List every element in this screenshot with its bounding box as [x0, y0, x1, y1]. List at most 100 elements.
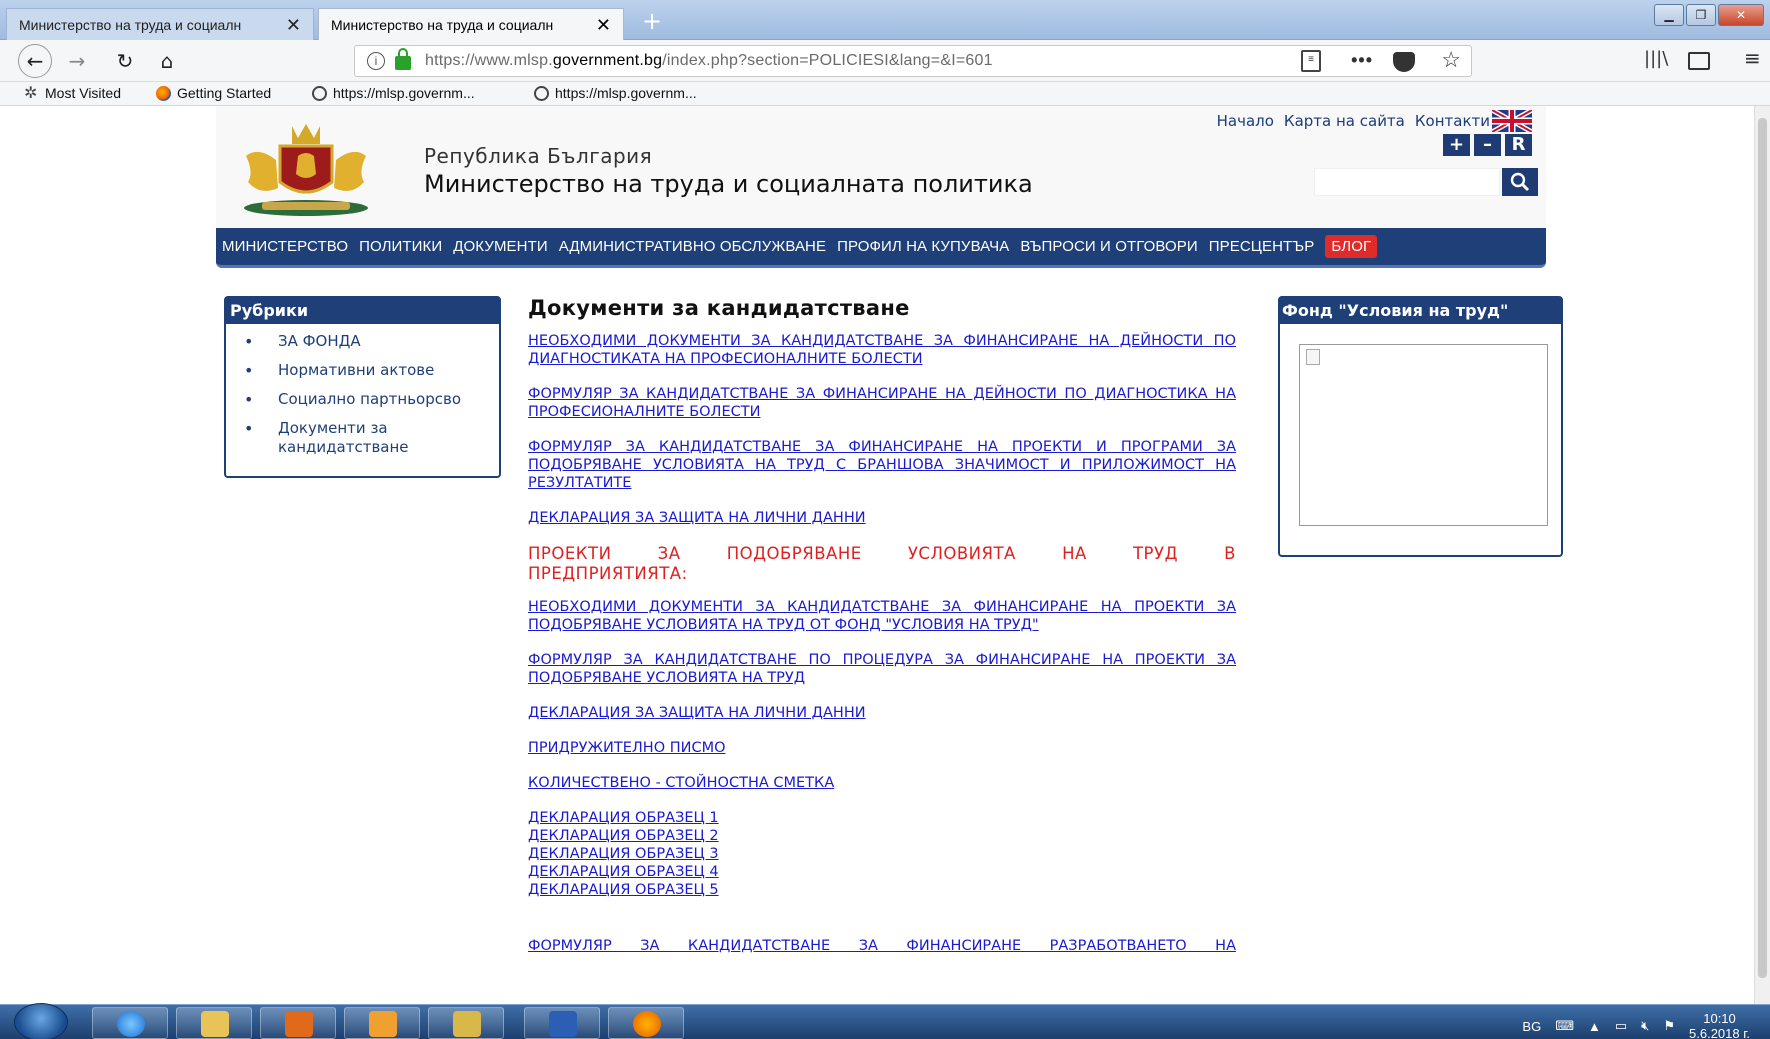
declaration-link[interactable]: ДЕКЛАРАЦИЯ ОБРАЗЕЦ 5 [528, 881, 1236, 899]
bookmark-mlsp-2[interactable]: https://mlsp.governm... [534, 85, 697, 101]
rubric-item[interactable]: Социално партньорсво [244, 390, 499, 409]
coat-of-arms-logo[interactable] [236, 116, 376, 220]
firefox-icon [156, 85, 171, 101]
reset-font-button[interactable]: R [1505, 134, 1532, 156]
link-sitemap[interactable]: Карта на сайта [1284, 112, 1405, 130]
fund-image[interactable] [1299, 344, 1548, 526]
bookmark-most-visited[interactable]: ✲ Most Visited [24, 85, 121, 101]
home-icon[interactable]: ⌂ [152, 46, 182, 76]
document-link[interactable]: ФОРМУЛЯР ЗА КАНДИДАТСТВАНЕ ЗА ФИНАНСИРАН… [528, 937, 1236, 955]
folder-icon [201, 1011, 229, 1037]
browser-tab-active[interactable]: Министерство на труда и социалн ✕ [318, 8, 624, 40]
rubric-item[interactable]: ЗА ФОНДА [244, 332, 499, 351]
language-indicator[interactable]: BG [1522, 1019, 1541, 1034]
bookmark-mlsp-1[interactable]: https://mlsp.governm... [312, 85, 475, 101]
close-tab-icon[interactable]: ✕ [286, 16, 301, 34]
link-home[interactable]: Начало [1217, 112, 1274, 130]
page-actions-icon[interactable]: ••• [1351, 50, 1373, 71]
taskbar-firefox[interactable] [608, 1007, 684, 1039]
gear-icon: ✲ [24, 84, 38, 102]
back-arrow-icon[interactable]: ← [18, 44, 52, 78]
rubrics-panel: Рубрики ЗА ФОНДА Нормативни актове Социа… [224, 296, 501, 478]
document-link[interactable]: ДЕКЛАРАЦИЯ ЗА ЗАЩИТА НА ЛИЧНИ ДАННИ [528, 704, 1236, 722]
info-icon[interactable]: i [367, 52, 385, 70]
volume-muted-icon[interactable]: 🔇︎ [1641, 1018, 1649, 1034]
rubrics-list: ЗА ФОНДА Нормативни актове Социално парт… [226, 324, 499, 457]
taskbar-word[interactable] [524, 1007, 600, 1039]
bookmark-label: https://mlsp.governm... [333, 85, 475, 101]
decrease-font-button[interactable]: – [1474, 134, 1501, 156]
taskbar-outlook[interactable] [344, 1007, 420, 1039]
nav-policies[interactable]: ПОЛИТИКИ [359, 238, 442, 255]
rubric-item[interactable]: Документи за кандидатстване [244, 419, 499, 457]
scrollbar-thumb[interactable] [1758, 118, 1767, 978]
close-window-icon[interactable]: ✕ [1718, 4, 1764, 26]
browser-tab[interactable]: Министерство на труда и социалн ✕ [6, 8, 314, 40]
increase-font-button[interactable]: + [1443, 134, 1470, 156]
keyboard-icon[interactable]: ⌨ [1555, 1018, 1574, 1034]
document-link[interactable]: КОЛИЧЕСТВЕНО - СТОЙНОСТНА СМЕТКА [528, 774, 1236, 792]
minimize-icon[interactable]: ▁ [1654, 4, 1684, 26]
close-tab-icon[interactable]: ✕ [596, 16, 611, 34]
vertical-scrollbar[interactable] [1754, 106, 1770, 1004]
bookmark-getting-started[interactable]: Getting Started [156, 85, 271, 101]
network-icon[interactable]: ▭ [1615, 1018, 1627, 1034]
nav-press-center[interactable]: ПРЕСЦЕНТЪР [1209, 238, 1315, 255]
sidebar-icon[interactable] [1688, 52, 1710, 70]
document-link[interactable]: НЕОБХОДИМИ ДОКУМЕНТИ ЗА КАНДИДАТСТВАНЕ З… [528, 332, 1236, 368]
new-tab-button[interactable]: + [638, 8, 666, 36]
clock[interactable]: 10:10 5.6.2018 г. [1689, 1011, 1750, 1039]
document-link[interactable]: ФОРМУЛЯР ЗА КАНДИДАТСТВАНЕ ПО ПРОЦЕДУРА … [528, 651, 1236, 687]
declaration-link[interactable]: ДЕКЛАРАЦИЯ ОБРАЗЕЦ 1 [528, 809, 1236, 827]
search-input[interactable] [1314, 168, 1500, 196]
search-button[interactable] [1502, 168, 1538, 196]
internet-explorer-icon [117, 1011, 145, 1037]
bookmark-star-icon[interactable]: ☆ [1441, 47, 1461, 73]
document-link[interactable]: ДЕКЛАРАЦИЯ ЗА ЗАЩИТА НА ЛИЧНИ ДАННИ [528, 509, 1236, 527]
link-contacts[interactable]: Контакти [1415, 112, 1490, 130]
declaration-link[interactable]: ДЕКЛАРАЦИЯ ОБРАЗЕЦ 4 [528, 863, 1236, 881]
globe-icon [534, 85, 549, 101]
firefox-icon [633, 1011, 661, 1037]
header-title[interactable]: Министерство на труда и социалната полит… [424, 170, 1033, 198]
nav-blog[interactable]: БЛОГ [1325, 235, 1378, 258]
nav-faq[interactable]: ВЪПРОСИ И ОТГОВОРИ [1020, 238, 1197, 255]
forward-arrow-icon[interactable]: → [62, 46, 92, 76]
restore-icon[interactable]: ❐ [1686, 4, 1716, 26]
nav-buyer-profile[interactable]: ПРОФИЛ НА КУПУВАЧА [837, 238, 1009, 255]
document-link[interactable]: ПРИДРУЖИТЕЛНО ПИСМО [528, 739, 1236, 757]
nav-documents[interactable]: ДОКУМЕНТИ [453, 238, 547, 255]
system-tray: BG ⌨ ▲ ▭ 🔇︎ ⚑ 10:10 5.6.2018 г. [1522, 1011, 1750, 1039]
nav-admin-services[interactable]: АДМИНИСТРАТИВНО ОБСЛУЖВАНЕ [559, 238, 826, 255]
rubric-item[interactable]: Нормативни актове [244, 361, 499, 380]
declaration-link[interactable]: ДЕКЛАРАЦИЯ ОБРАЗЕЦ 2 [528, 827, 1236, 845]
pocket-icon[interactable] [1393, 52, 1415, 72]
browser-toolbar: ← → ↻ ⌂ i https://www.mlsp.government.bg… [0, 40, 1770, 82]
reader-view-icon[interactable]: ≡ [1301, 50, 1321, 72]
document-link[interactable]: НЕОБХОДИМИ ДОКУМЕНТИ ЗА КАНДИДАТСТВАНЕ З… [528, 598, 1236, 634]
document-link[interactable]: ФОРМУЛЯР ЗА КАНДИДАТСТВАНЕ ЗА ФИНАНСИРАН… [528, 385, 1236, 421]
declaration-link[interactable]: ДЕКЛАРАЦИЯ ОБРАЗЕЦ 3 [528, 845, 1236, 863]
reload-icon[interactable]: ↻ [110, 46, 140, 76]
taskbar-ie[interactable] [92, 1007, 168, 1039]
uk-flag-icon[interactable] [1492, 110, 1532, 132]
main-navigation: МИНИСТЕРСТВО ПОЛИТИКИ ДОКУМЕНТИ АДМИНИСТ… [216, 228, 1546, 268]
media-player-icon [285, 1011, 313, 1037]
lock-icon[interactable] [395, 48, 411, 70]
library-icon[interactable]: |||\ [1644, 48, 1668, 69]
taskbar-media[interactable] [260, 1007, 336, 1039]
start-button[interactable] [14, 1003, 68, 1039]
show-hidden-icons-icon[interactable]: ▲ [1588, 1019, 1601, 1034]
page-title: Документи за кандидатстване [528, 296, 910, 320]
window-controls: ▁ ❐ ✕ [1654, 4, 1764, 26]
taskbar-ie-doc[interactable] [428, 1007, 504, 1039]
rubrics-title: Рубрики [226, 298, 499, 324]
document-link[interactable]: ФОРМУЛЯР ЗА КАНДИДАТСТВАНЕ ЗА ФИНАНСИРАН… [528, 438, 1236, 492]
url-text[interactable]: https://www.mlsp.government.bg/index.php… [425, 52, 993, 70]
taskbar-explorer[interactable] [176, 1007, 252, 1039]
nav-ministry[interactable]: МИНИСТЕРСТВО [222, 238, 348, 255]
address-bar[interactable]: i https://www.mlsp.government.bg/index.p… [354, 45, 1472, 77]
hamburger-menu-icon[interactable]: ≡ [1744, 46, 1761, 70]
document-icon [453, 1011, 481, 1037]
action-center-flag-icon[interactable]: ⚑ [1663, 1018, 1675, 1034]
